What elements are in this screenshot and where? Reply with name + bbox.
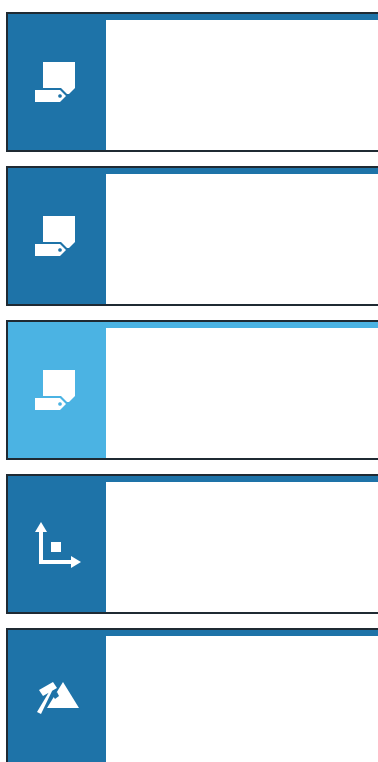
tag-document-icon	[33, 62, 75, 104]
icon-panel	[8, 14, 106, 150]
icon-panel	[8, 476, 106, 612]
tag-document-icon	[33, 216, 75, 258]
axes-card[interactable]	[6, 474, 378, 614]
card-body	[106, 636, 378, 762]
icon-panel	[8, 630, 106, 762]
tag-card[interactable]	[6, 12, 378, 152]
hammer-mountain-icon	[37, 682, 79, 714]
card-list	[0, 0, 378, 762]
icon-panel	[8, 322, 106, 458]
card-body	[106, 20, 378, 150]
tag-document-icon	[33, 370, 75, 412]
axes-point-icon	[35, 522, 81, 568]
tag-card[interactable]	[6, 166, 378, 306]
icon-panel	[8, 168, 106, 304]
hammer-mountain-card[interactable]	[6, 628, 378, 762]
card-body	[106, 328, 378, 458]
card-body	[106, 174, 378, 304]
tag-card-highlighted[interactable]	[6, 320, 378, 460]
card-body	[106, 482, 378, 612]
